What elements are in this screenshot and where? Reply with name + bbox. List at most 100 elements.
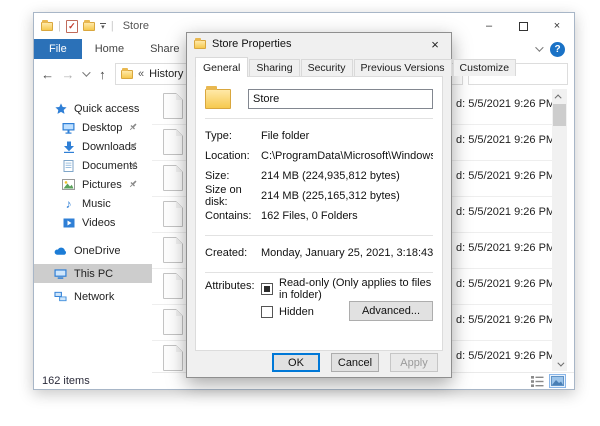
forward-button[interactable]: → [60, 67, 75, 82]
sidebar-item-label: Network [74, 291, 114, 303]
properties-shortcut-icon[interactable]: ✓ [66, 20, 78, 33]
breadcrumb-collapse[interactable]: « [138, 68, 144, 80]
maximize-button[interactable] [506, 13, 540, 39]
sidebar-item-music[interactable]: ♪ Music [34, 194, 152, 213]
location-label: Location: [205, 150, 261, 162]
item-count: 162 items [42, 375, 90, 387]
tab-general[interactable]: General [195, 57, 248, 77]
up-button[interactable]: ↑ [95, 67, 110, 82]
contains-value: 162 Files, 0 Folders [261, 210, 433, 222]
file-icon [163, 273, 183, 299]
type-value: File folder [261, 130, 433, 142]
thumbnail-view-button[interactable] [549, 374, 566, 388]
tab-sharing[interactable]: Sharing [249, 59, 299, 76]
close-button[interactable]: × [540, 13, 574, 39]
sidebar-item-documents[interactable]: Documents [34, 156, 152, 175]
pin-icon [128, 160, 138, 170]
dialog-close-button[interactable]: × [419, 33, 451, 55]
tab-security[interactable]: Security [301, 59, 353, 76]
music-note-icon: ♪ [62, 197, 75, 210]
breadcrumb-item-history[interactable]: History [149, 68, 183, 80]
minimize-button[interactable]: – [472, 13, 506, 39]
file-date-modified: d: 5/5/2021 9:26 PM [456, 206, 555, 218]
advanced-button[interactable]: Advanced... [349, 301, 433, 321]
dialog-tab-strip: General Sharing Security Previous Versio… [195, 58, 443, 76]
file-icon [163, 129, 183, 155]
expand-ribbon-icon[interactable] [535, 43, 543, 51]
file-date-modified: d: 5/5/2021 9:26 PM [456, 170, 555, 182]
divider [205, 118, 433, 119]
help-button[interactable]: ? [550, 42, 565, 57]
sidebar-item-label: Desktop [82, 122, 122, 134]
dialog-title-bar: Store Properties × [187, 33, 451, 55]
sidebar-item-quick-access[interactable]: Quick access [34, 99, 152, 118]
file-date-modified: d: 5/5/2021 9:26 PM [456, 314, 555, 326]
file-date-modified: d: 5/5/2021 9:26 PM [456, 278, 555, 290]
dialog-title: Store Properties [212, 38, 291, 50]
details-view-button[interactable] [529, 374, 546, 388]
scrollbar-thumb[interactable] [553, 104, 566, 126]
created-label: Created: [205, 247, 261, 259]
pin-icon [128, 122, 138, 132]
scroll-up-button[interactable] [552, 89, 567, 103]
sidebar-item-label: OneDrive [74, 245, 120, 257]
store-properties-dialog: Store Properties × General Sharing Secur… [186, 32, 452, 378]
location-value: C:\ProgramData\Microsoft\Windows Defende… [261, 150, 433, 162]
readonly-label: Read-only (Only applies to files in fold… [279, 277, 433, 301]
tab-share[interactable]: Share [137, 39, 192, 59]
app-folder-icon [41, 22, 53, 31]
video-icon [62, 216, 75, 229]
document-icon [62, 159, 75, 172]
vertical-scrollbar[interactable] [552, 89, 567, 371]
new-folder-shortcut-icon[interactable] [83, 22, 95, 31]
general-tab-page: Type: File folder Location: C:\ProgramDa… [195, 76, 443, 351]
tab-file[interactable]: File [34, 39, 82, 59]
sidebar-item-desktop[interactable]: Desktop [34, 118, 152, 137]
tab-home[interactable]: Home [82, 39, 137, 59]
tab-previous-versions[interactable]: Previous Versions [354, 59, 452, 76]
sidebar-item-this-pc[interactable]: This PC [34, 264, 152, 283]
pin-icon [128, 141, 138, 151]
type-label: Type: [205, 130, 261, 142]
file-icon [163, 93, 183, 119]
back-button[interactable]: ← [40, 67, 55, 82]
size-value: 214 MB (224,935,812 bytes) [261, 170, 433, 182]
divider [205, 235, 433, 236]
folder-name-input[interactable] [248, 89, 433, 109]
sidebar-item-pictures[interactable]: Pictures [34, 175, 152, 194]
monitor-icon [62, 121, 75, 134]
readonly-checkbox[interactable] [261, 283, 273, 295]
sidebar-item-label: Pictures [82, 179, 122, 191]
file-icon [163, 345, 183, 371]
computer-icon [54, 267, 67, 280]
sidebar-item-onedrive[interactable]: OneDrive [34, 241, 152, 260]
apply-button[interactable]: Apply [390, 353, 438, 372]
file-icon [163, 165, 183, 191]
dialog-footer: OK Cancel Apply [272, 353, 438, 372]
location-folder-icon [121, 70, 133, 79]
star-icon [54, 102, 67, 115]
file-icon [163, 309, 183, 335]
sidebar-item-downloads[interactable]: Downloads [34, 137, 152, 156]
dialog-folder-icon [194, 40, 206, 49]
sidebar-item-videos[interactable]: Videos [34, 213, 152, 232]
recent-locations-icon[interactable] [82, 68, 90, 76]
size-label: Size: [205, 170, 261, 182]
file-date-modified: d: 5/5/2021 9:26 PM [456, 350, 555, 362]
cancel-button[interactable]: Cancel [331, 353, 379, 372]
size-on-disk-value: 214 MB (225,165,312 bytes) [261, 190, 433, 202]
sidebar-item-network[interactable]: Network [34, 287, 152, 306]
scroll-down-button[interactable] [552, 357, 567, 371]
maximize-icon [519, 22, 528, 31]
separator: | [111, 20, 114, 32]
sidebar-item-label: Quick access [74, 103, 139, 115]
file-date-modified: d: 5/5/2021 9:26 PM [456, 98, 555, 110]
ok-button[interactable]: OK [272, 353, 320, 372]
hidden-checkbox[interactable] [261, 306, 273, 318]
folder-icon-large [205, 89, 231, 109]
tab-customize[interactable]: Customize [453, 59, 517, 76]
file-icon [163, 201, 183, 227]
navigation-pane: Quick access Desktop Downloads [34, 89, 152, 373]
customize-qat-button[interactable]: ▾ [100, 23, 106, 30]
quick-access-toolbar: | ✓ ▾ | Store [41, 20, 149, 33]
